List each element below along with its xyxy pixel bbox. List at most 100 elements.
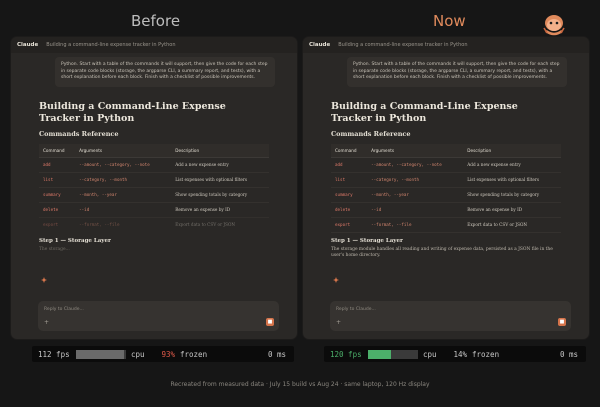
cell-desc: Export data to CSV or JSON bbox=[171, 217, 269, 233]
cell-args: --format, --file bbox=[75, 217, 172, 233]
now-panel: Claude Building a command-line expense t… bbox=[303, 37, 589, 339]
user-message: Python. Start with a table of the comman… bbox=[55, 57, 275, 87]
fps-bar-fill bbox=[76, 349, 124, 359]
cell-args: --month, --year bbox=[367, 187, 464, 203]
commands-table: Command Arguments Description add --amoun… bbox=[331, 143, 561, 233]
cell-desc: Add a new expense entry bbox=[171, 157, 269, 173]
table-row: delete --id Remove an expense by ID bbox=[39, 202, 269, 218]
composer-input[interactable]: Reply to Claude... bbox=[44, 307, 84, 312]
cpu-percent: 93% bbox=[161, 349, 175, 359]
table-row: summary --month, --year Show spending tota… bbox=[39, 187, 269, 203]
table-row: summary --month, --year Show spending tota… bbox=[331, 187, 561, 203]
cell-command: export bbox=[39, 217, 76, 233]
cell-command: list bbox=[39, 172, 76, 188]
app-name: Claude bbox=[309, 42, 331, 48]
table-row: list --category, --month List expenses wit… bbox=[331, 172, 561, 188]
fps-readout: 120 fps bbox=[330, 349, 362, 359]
step-heading: Step 1 — Storage Layer bbox=[39, 237, 111, 244]
before-title: Before bbox=[131, 12, 181, 30]
window-topbar: Claude Building a command-line expense t… bbox=[11, 37, 297, 53]
perf-meter-now: 120 fps cpu 14% frozen 0 ms bbox=[324, 346, 586, 362]
col-command: Command bbox=[331, 143, 368, 158]
cell-command: delete bbox=[39, 202, 76, 218]
streaming-spark-icon bbox=[41, 277, 47, 283]
window-topbar: Claude Building a command-line expense t… bbox=[303, 37, 589, 53]
doc-title: Building a Command-Line Expense Tracker … bbox=[331, 100, 518, 124]
composer-input[interactable]: Reply to Claude... bbox=[336, 307, 376, 312]
table-row: list --category, --month List expenses wit… bbox=[39, 172, 269, 188]
cell-desc: Show spending totals by category bbox=[171, 187, 269, 203]
cell-args: --category, --month bbox=[75, 172, 172, 188]
mascot-icon bbox=[543, 15, 565, 36]
table-row: export --format, --file Export data to CSV… bbox=[39, 217, 269, 233]
cell-command: add bbox=[331, 157, 368, 173]
stop-button[interactable]: ■ bbox=[266, 318, 274, 326]
col-arguments: Arguments bbox=[367, 143, 464, 158]
table-row: export --format, --file Export data to CSV… bbox=[331, 217, 561, 233]
step-text: The storage... bbox=[39, 246, 70, 252]
cell-args: --id bbox=[75, 202, 172, 218]
cpu-label: cpu bbox=[131, 349, 145, 359]
cell-desc: Show spending totals by category bbox=[463, 187, 561, 203]
col-description: Description bbox=[171, 143, 269, 158]
cell-command: summary bbox=[39, 187, 76, 203]
footnote-caption: Recreated from measured data · July 15 b… bbox=[170, 381, 430, 388]
table-header-row: Command Arguments Description bbox=[39, 143, 269, 158]
now-title: Now bbox=[433, 12, 466, 30]
fps-bar bbox=[76, 349, 126, 359]
frozen-ms: 0 ms bbox=[559, 349, 578, 359]
add-attachment-button[interactable]: + bbox=[336, 319, 341, 326]
cell-command: add bbox=[39, 157, 76, 173]
cell-args: --amount, --category, --note bbox=[75, 157, 172, 173]
cell-command: list bbox=[331, 172, 368, 188]
user-message: Python. Start with a table of the comman… bbox=[347, 57, 567, 87]
frozen-ms: 0 ms bbox=[267, 349, 286, 359]
frozen-label: frozen bbox=[472, 349, 500, 359]
fps-bar-fill bbox=[368, 349, 391, 359]
cell-args: --amount, --category, --note bbox=[367, 157, 464, 173]
stop-button[interactable]: ■ bbox=[558, 318, 566, 326]
table-header-row: Command Arguments Description bbox=[331, 143, 561, 158]
step-heading: Step 1 — Storage Layer bbox=[331, 237, 403, 244]
cell-desc: Export data to CSV or JSON bbox=[463, 217, 561, 233]
add-attachment-button[interactable]: + bbox=[44, 319, 49, 326]
fps-readout: 112 fps bbox=[38, 349, 70, 359]
cell-desc: Remove an expense by ID bbox=[463, 202, 561, 218]
cell-args: --id bbox=[367, 202, 464, 218]
cpu-percent: 14% bbox=[453, 349, 467, 359]
before-panel: Claude Building a command-line expense t… bbox=[11, 37, 297, 339]
col-description: Description bbox=[463, 143, 561, 158]
table-wrap: Command Arguments Description add --amoun… bbox=[39, 143, 269, 233]
perf-meter-before: 112 fps cpu 93% frozen 0 ms bbox=[32, 346, 294, 362]
conversation-title[interactable]: Building a command-line expense tracker … bbox=[338, 42, 467, 48]
conversation-title[interactable]: Building a command-line expense tracker … bbox=[46, 42, 175, 48]
cell-desc: Remove an expense by ID bbox=[171, 202, 269, 218]
table-row: add --amount, --category, --note Add a new… bbox=[331, 157, 561, 173]
col-arguments: Arguments bbox=[75, 143, 172, 158]
step-text: The storage module handles all reading a… bbox=[331, 246, 553, 259]
cell-args: --format, --file bbox=[367, 217, 464, 233]
table-row: add --amount, --category, --note Add a new… bbox=[39, 157, 269, 173]
cell-command: export bbox=[331, 217, 368, 233]
table-wrap: Command Arguments Description add --amoun… bbox=[331, 143, 561, 233]
composer[interactable]: Reply to Claude... + ■ bbox=[330, 301, 571, 331]
section-heading: Commands Reference bbox=[39, 129, 119, 138]
section-heading: Commands Reference bbox=[331, 129, 411, 138]
doc-title: Building a Command-Line Expense Tracker … bbox=[39, 100, 226, 124]
cell-desc: List expenses with optional filters bbox=[463, 172, 561, 188]
cell-command: delete bbox=[331, 202, 368, 218]
col-command: Command bbox=[39, 143, 76, 158]
streaming-spark-icon bbox=[333, 277, 339, 283]
fps-bar bbox=[368, 349, 418, 359]
app-name: Claude bbox=[17, 42, 39, 48]
frozen-label: frozen bbox=[180, 349, 208, 359]
composer[interactable]: Reply to Claude... + ■ bbox=[38, 301, 279, 331]
table-row: delete --id Remove an expense by ID bbox=[331, 202, 561, 218]
cell-args: --month, --year bbox=[75, 187, 172, 203]
cell-desc: Add a new expense entry bbox=[463, 157, 561, 173]
cell-desc: List expenses with optional filters bbox=[171, 172, 269, 188]
cpu-label: cpu bbox=[423, 349, 437, 359]
commands-table: Command Arguments Description add --amoun… bbox=[39, 143, 269, 233]
cell-args: --category, --month bbox=[367, 172, 464, 188]
cell-command: summary bbox=[331, 187, 368, 203]
